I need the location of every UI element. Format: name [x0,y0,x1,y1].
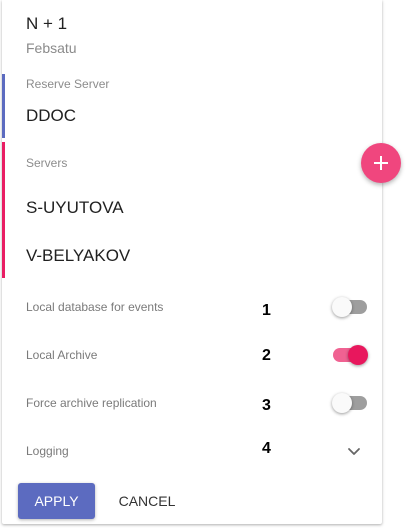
n-plus-one-card: N + 1 Febsatu Reserve Server DDOC Server… [2,0,382,524]
reserve-group-accent-bar [2,74,5,138]
server-item-v-belyakov[interactable]: V-BELYAKOV [26,246,130,266]
card-subtitle: Febsatu [26,40,77,56]
cancel-button[interactable]: CANCEL [110,483,184,519]
toggle-thumb [332,297,352,317]
toggle-thumb [332,393,352,413]
toggle-thumb [348,345,368,365]
page: N + 1 Febsatu Reserve Server DDOC Server… [0,0,408,528]
add-server-button[interactable] [361,143,401,183]
local-archive-toggle[interactable] [332,345,368,365]
reserve-server-item[interactable]: DDOC [26,106,76,126]
logging-expand-button[interactable] [345,442,363,460]
chevron-down-icon [348,448,360,455]
apply-button[interactable]: APPLY [18,483,95,519]
servers-label: Servers [26,156,68,170]
marker-2: 2 [262,347,271,364]
servers-group-accent-bar [2,142,5,278]
marker-3: 3 [262,397,271,414]
reserve-server-label: Reserve Server [26,77,110,91]
logging-label: Logging [26,444,69,458]
local-database-events-toggle[interactable] [332,297,368,317]
marker-1: 1 [262,302,271,319]
local-database-events-label: Local database for events [26,300,164,314]
force-archive-replication-label: Force archive replication [26,396,157,410]
force-archive-replication-toggle[interactable] [332,393,368,413]
plus-icon [374,156,388,170]
marker-4: 4 [262,440,271,457]
local-archive-label: Local Archive [26,348,98,362]
server-item-s-uyutova[interactable]: S-UYUTOVA [26,198,124,218]
card-title: N + 1 [26,14,68,33]
